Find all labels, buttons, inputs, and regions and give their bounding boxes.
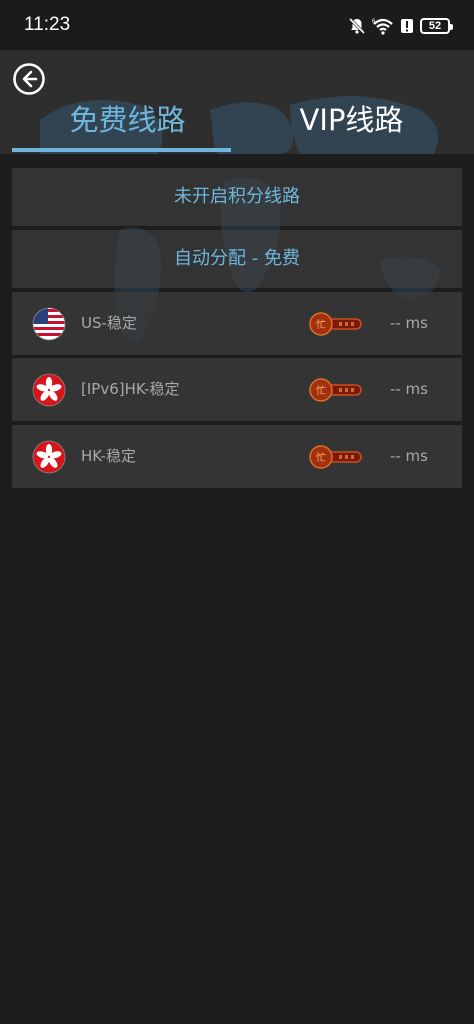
svg-text:忙: 忙 bbox=[316, 451, 326, 464]
hk-flag-icon bbox=[32, 373, 66, 407]
svg-text:忙: 忙 bbox=[316, 318, 326, 331]
server-row[interactable]: HK-稳定 忙 -- ms bbox=[12, 425, 462, 488]
signal-meter-icon: 忙 bbox=[309, 378, 362, 402]
battery-icon: 52 bbox=[420, 18, 453, 34]
server-row[interactable]: US-稳定 忙 -- ms bbox=[12, 292, 462, 355]
tab-free-routes[interactable]: 免费线路 bbox=[12, 96, 243, 144]
screen: 11:23 6 52 免费线路 VIP线路 未开启积分线路 自动分配 - 免费 … bbox=[0, 0, 474, 1024]
alert-icon bbox=[401, 19, 413, 33]
status-time: 11:23 bbox=[24, 14, 71, 35]
battery-level: 52 bbox=[428, 20, 442, 32]
status-icons: 6 52 bbox=[348, 15, 453, 37]
tab-vip-routes[interactable]: VIP线路 bbox=[236, 96, 467, 144]
back-button[interactable] bbox=[12, 62, 46, 96]
server-name: [IPv6]HK-稳定 bbox=[81, 380, 180, 398]
active-tab-indicator bbox=[12, 148, 231, 152]
server-row[interactable]: [IPv6]HK-稳定 忙 -- ms bbox=[12, 358, 462, 421]
signal-meter-icon: 忙 bbox=[309, 312, 362, 336]
svg-text:忙: 忙 bbox=[316, 384, 326, 397]
latency-value: -- ms bbox=[389, 314, 428, 332]
server-name: US-稳定 bbox=[81, 314, 137, 332]
mute-icon bbox=[348, 17, 366, 35]
hk-flag-icon bbox=[32, 440, 66, 474]
auto-assign-option[interactable]: 自动分配 - 免费 bbox=[12, 230, 462, 288]
signal-meter-icon: 忙 bbox=[309, 445, 362, 469]
server-name: HK-稳定 bbox=[81, 447, 136, 465]
latency-value: -- ms bbox=[389, 380, 428, 398]
us-flag-icon bbox=[32, 307, 66, 341]
points-route-option[interactable]: 未开启积分线路 bbox=[12, 168, 462, 226]
status-bar: 11:23 6 52 bbox=[0, 0, 474, 50]
wifi-icon: 6 bbox=[372, 18, 393, 35]
header: 免费线路 VIP线路 bbox=[0, 50, 474, 154]
latency-value: -- ms bbox=[389, 447, 428, 465]
